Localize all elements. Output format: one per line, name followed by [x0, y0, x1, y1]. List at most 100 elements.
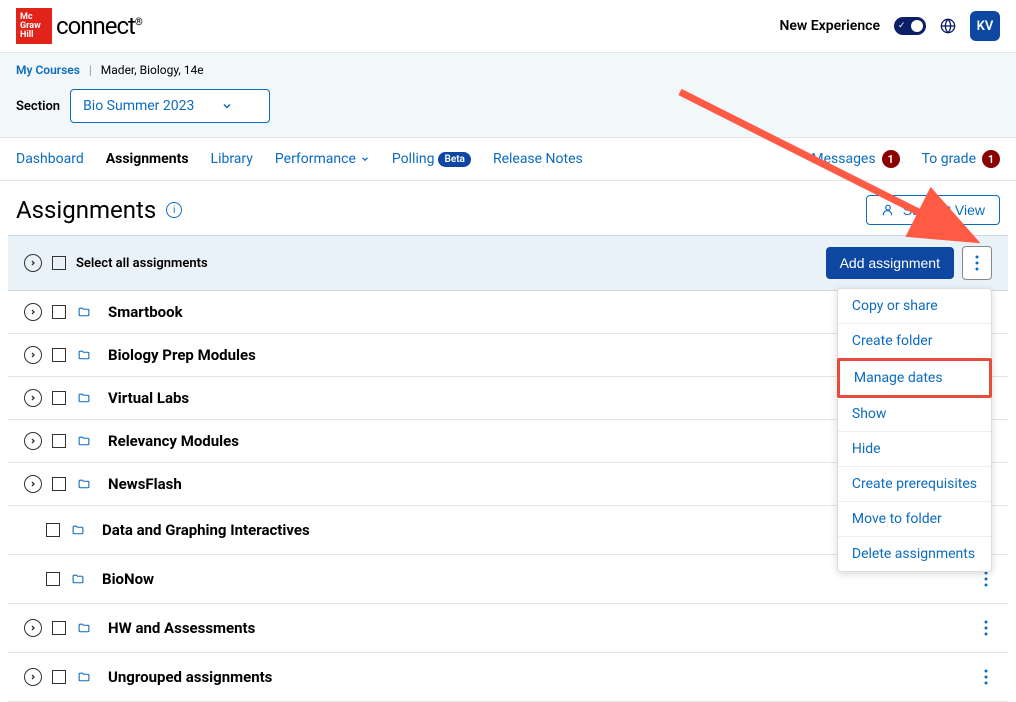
- brand-logo[interactable]: Mc Graw Hill connect®: [16, 8, 142, 44]
- folder-icon: [70, 524, 86, 537]
- action-bar-left: Select all assignments: [24, 254, 208, 272]
- assignment-name: Data and Graphing Interactives: [102, 521, 310, 539]
- folder-icon: [76, 349, 92, 362]
- header-left: Mc Graw Hill connect®: [16, 8, 142, 44]
- row-options-button[interactable]: [980, 616, 992, 640]
- menu-create-folder[interactable]: Create folder: [838, 324, 991, 359]
- action-bar: Select all assignments Add assignment Co…: [8, 235, 1008, 291]
- to-grade-label: To grade: [922, 151, 976, 167]
- kebab-icon: [984, 571, 988, 587]
- assignment-checkbox[interactable]: [52, 305, 66, 319]
- folder-icon: [76, 478, 92, 491]
- tab-performance[interactable]: Performance: [275, 151, 370, 167]
- section-select[interactable]: Bio Summer 2023: [70, 89, 270, 123]
- tab-release-notes[interactable]: Release Notes: [493, 151, 583, 167]
- user-avatar[interactable]: KV: [970, 11, 1000, 41]
- select-all-checkbox[interactable]: [52, 256, 66, 270]
- person-icon: [881, 203, 895, 217]
- assignment-name: HW and Assessments: [108, 619, 255, 637]
- globe-icon[interactable]: [940, 18, 956, 34]
- assignment-name: BioNow: [102, 570, 154, 588]
- section-label: Section: [16, 99, 60, 114]
- to-grade-link[interactable]: To grade 1: [922, 150, 1000, 168]
- student-view-label: Student View: [903, 202, 985, 218]
- new-experience-label: New Experience: [779, 18, 880, 34]
- assignment-name: Relevancy Modules: [108, 432, 239, 450]
- menu-create-prerequisites[interactable]: Create prerequisites: [838, 467, 991, 502]
- to-grade-count-badge: 1: [982, 150, 1000, 168]
- assignment-checkbox[interactable]: [46, 523, 60, 537]
- kebab-icon: [984, 669, 988, 685]
- tabs-right: Messages 1 To grade 1: [811, 150, 1000, 168]
- action-bar-right: Add assignment: [826, 246, 992, 280]
- assignment-checkbox[interactable]: [52, 477, 66, 491]
- expand-icon[interactable]: [24, 303, 42, 321]
- assignment-row-left: Data and Graphing Interactives: [24, 521, 310, 539]
- assignment-row-left: Biology Prep Modules: [24, 346, 256, 364]
- assignment-checkbox[interactable]: [52, 391, 66, 405]
- tab-library[interactable]: Library: [211, 151, 253, 167]
- assignment-row[interactable]: HW and Assessments: [8, 604, 1008, 653]
- select-all-label: Select all assignments: [76, 256, 208, 271]
- assignment-checkbox[interactable]: [52, 670, 66, 684]
- messages-label: Messages: [811, 151, 875, 167]
- assignment-row-left: Smartbook: [24, 303, 183, 321]
- assignment-row-left: BioNow: [24, 570, 154, 588]
- expand-all-icon[interactable]: [24, 254, 42, 272]
- expand-icon[interactable]: [24, 619, 42, 637]
- tab-polling[interactable]: Polling Beta: [392, 151, 471, 167]
- menu-delete-assignments[interactable]: Delete assignments: [838, 537, 991, 571]
- tab-dashboard[interactable]: Dashboard: [16, 151, 84, 167]
- folder-icon: [76, 392, 92, 405]
- breadcrumb: My Courses | Mader, Biology, 14e: [16, 63, 1000, 77]
- folder-icon: [76, 671, 92, 684]
- new-experience-toggle[interactable]: ✓: [894, 17, 926, 35]
- messages-link[interactable]: Messages 1: [811, 150, 899, 168]
- assignment-row-left: Ungrouped assignments: [24, 668, 272, 686]
- chevron-down-icon: [360, 154, 370, 164]
- menu-move-to-folder[interactable]: Move to folder: [838, 502, 991, 537]
- menu-manage-dates[interactable]: Manage dates: [837, 358, 992, 398]
- info-icon[interactable]: i: [166, 202, 182, 218]
- assignment-options-button[interactable]: [962, 246, 992, 280]
- tab-polling-label: Polling: [392, 151, 435, 167]
- assignment-checkbox[interactable]: [52, 348, 66, 362]
- expand-icon[interactable]: [24, 389, 42, 407]
- expand-icon[interactable]: [24, 475, 42, 493]
- assignment-row-left: HW and Assessments: [24, 619, 255, 637]
- folder-icon: [70, 573, 86, 586]
- student-view-button[interactable]: Student View: [866, 195, 1000, 225]
- chevron-down-icon: [221, 100, 233, 112]
- menu-copy-share[interactable]: Copy or share: [838, 289, 991, 324]
- breadcrumb-my-courses[interactable]: My Courses: [16, 63, 80, 77]
- menu-hide[interactable]: Hide: [838, 432, 991, 467]
- assignment-name: Biology Prep Modules: [108, 346, 256, 364]
- folder-icon: [76, 622, 92, 635]
- options-dropdown-menu: Copy or share Create folder Manage dates…: [837, 288, 992, 572]
- expand-icon[interactable]: [24, 346, 42, 364]
- kebab-icon: [984, 620, 988, 636]
- assignment-row-left: Relevancy Modules: [24, 432, 239, 450]
- expand-icon[interactable]: [24, 432, 42, 450]
- check-icon: ✓: [898, 21, 906, 31]
- header-right: New Experience ✓ KV: [779, 11, 1000, 41]
- section-row: Section Bio Summer 2023: [16, 89, 1000, 123]
- assignment-checkbox[interactable]: [52, 434, 66, 448]
- page-title-row: Assignments i Student View: [0, 181, 1016, 235]
- row-options-button[interactable]: [980, 665, 992, 689]
- assignment-checkbox[interactable]: [46, 572, 60, 586]
- beta-badge: Beta: [438, 152, 470, 167]
- assignment-row[interactable]: Ungrouped assignments: [8, 653, 1008, 702]
- assignment-name: NewsFlash: [108, 475, 182, 493]
- tab-assignments[interactable]: Assignments: [106, 151, 189, 167]
- expand-icon[interactable]: [24, 668, 42, 686]
- app-header: Mc Graw Hill connect® New Experience ✓ K…: [0, 0, 1016, 53]
- messages-count-badge: 1: [882, 150, 900, 168]
- add-assignment-button[interactable]: Add assignment: [826, 247, 954, 279]
- assignment-checkbox[interactable]: [52, 621, 66, 635]
- kebab-icon: [975, 255, 979, 271]
- assignment-name: Virtual Labs: [108, 389, 189, 407]
- page-title-left: Assignments i: [16, 196, 182, 224]
- menu-show[interactable]: Show: [838, 397, 991, 432]
- brand-line3: Hill: [20, 31, 34, 40]
